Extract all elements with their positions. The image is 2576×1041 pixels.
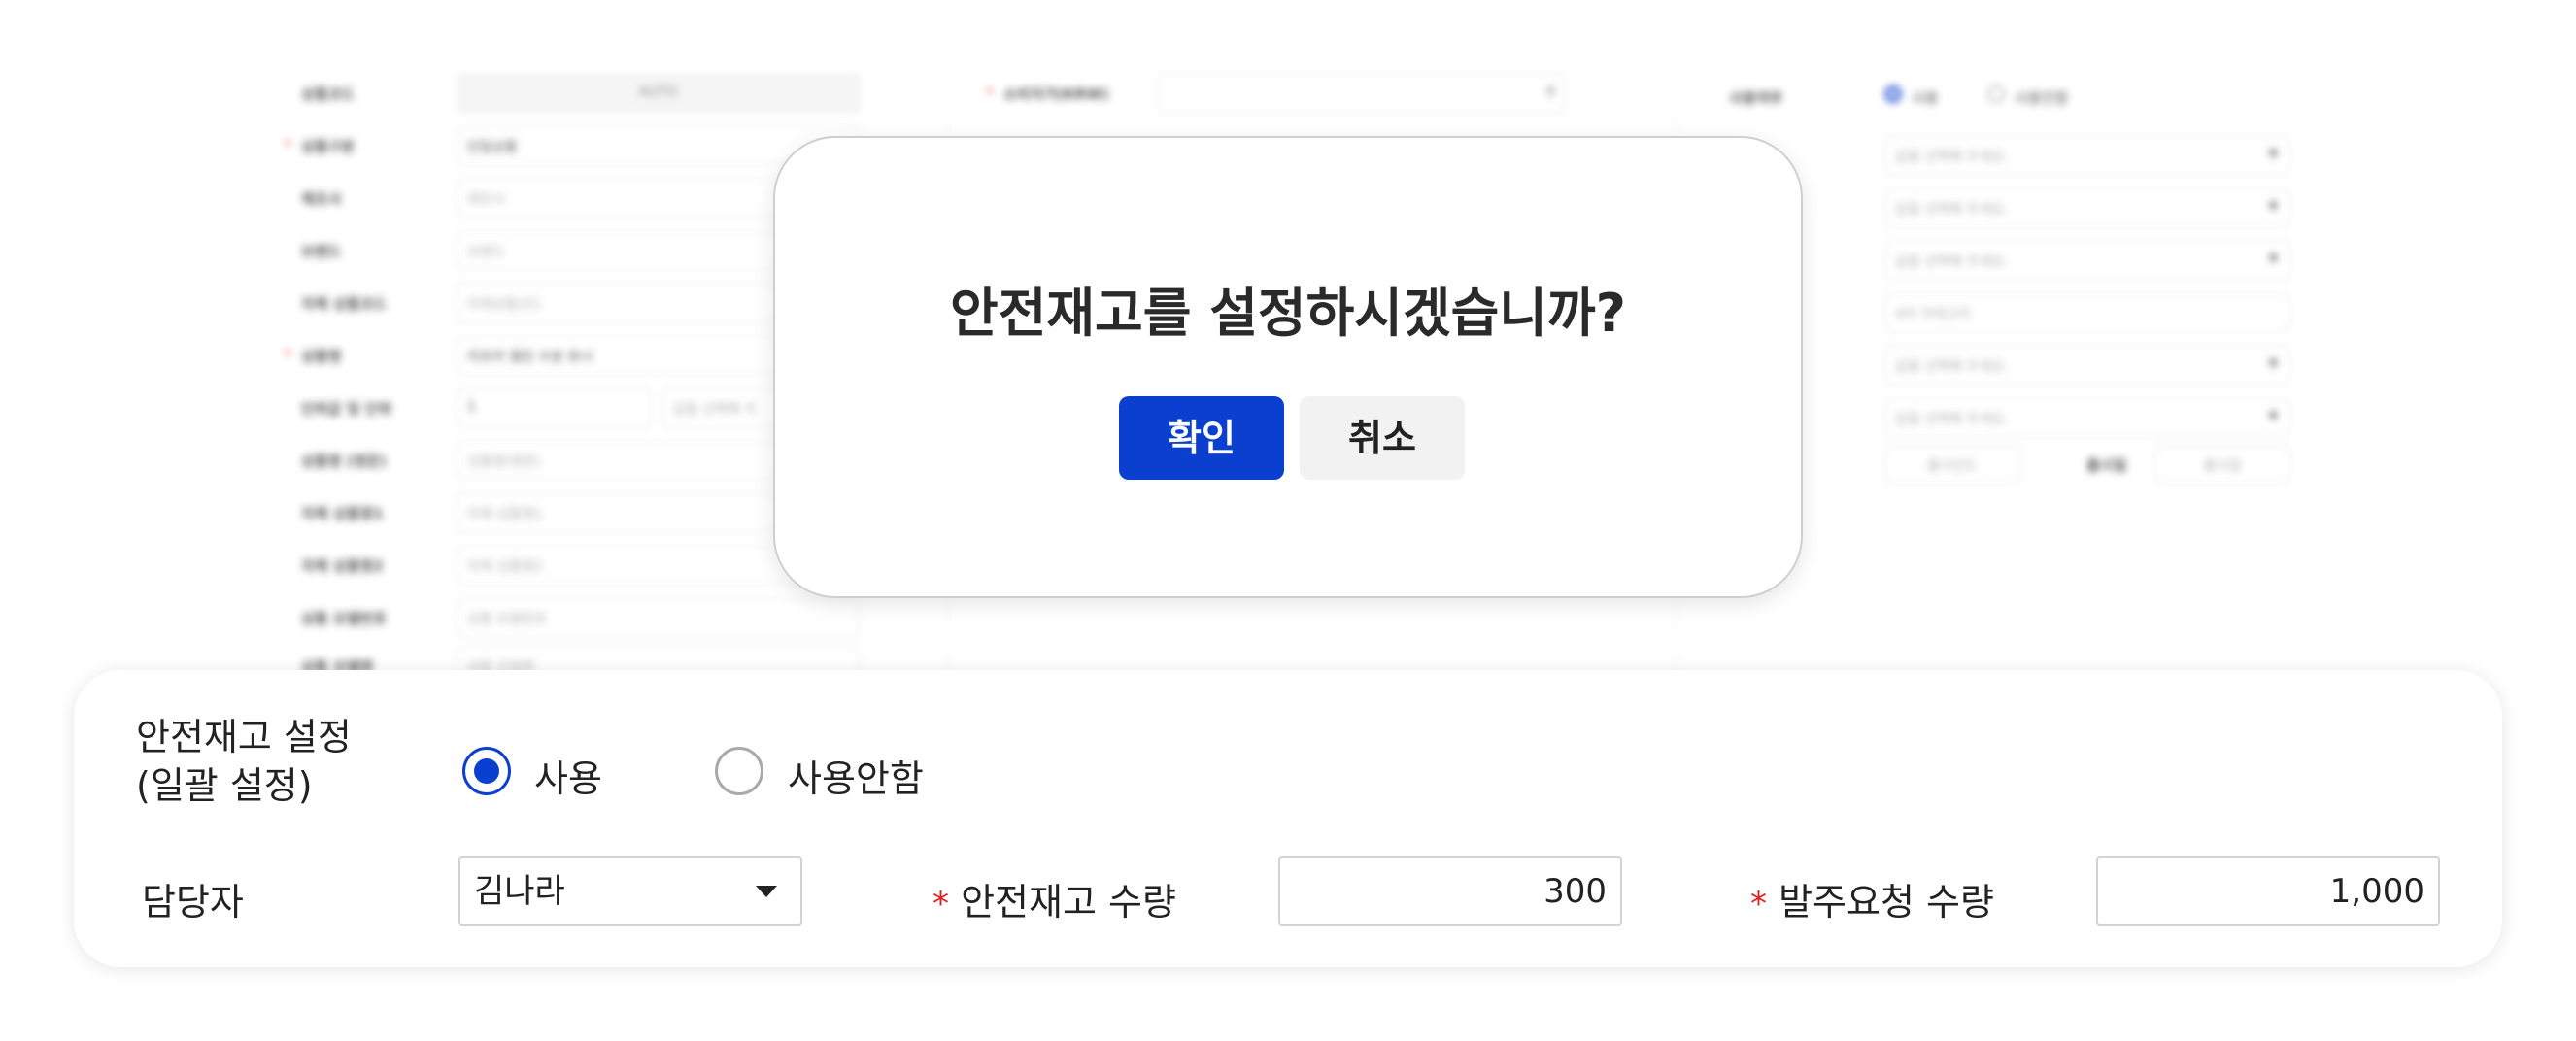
own-code-label: 자체 상품코드 — [301, 295, 388, 313]
unit-value-field[interactable]: 1 — [457, 388, 651, 427]
order-qty-input[interactable]: 1,000 — [2096, 856, 2440, 926]
usage-radio-use[interactable] — [1884, 85, 1902, 103]
required-mark: * — [932, 885, 949, 923]
release-start-field[interactable]: 출시년도 — [1884, 445, 2020, 484]
safety-qty-input[interactable]: 300 — [1278, 856, 1622, 926]
select-placeholder: 값을 선택해 주세요. — [1895, 359, 2009, 375]
select-placeholder: 값을 선택해 주세요. — [1895, 412, 2009, 427]
safety-setting-label-line1: 안전재고 설정 — [136, 716, 352, 758]
select-field-4[interactable]: 값을 선택해 주세요. ▼ — [1884, 346, 2290, 385]
release-date-label: 출시일 — [2086, 456, 2127, 474]
manufacturer-label: 제조사 — [301, 190, 342, 208]
radio-use[interactable] — [462, 747, 511, 795]
dropdown-arrow-icon: ▼ — [2268, 409, 2278, 422]
product-code-field: AUTO — [457, 74, 860, 113]
name-en-label: 상품명 (영문) — [301, 453, 387, 470]
select-field-3[interactable]: 값을 선택해 주세요. ▼ — [1884, 241, 2290, 280]
safety-qty-label-text: 안전재고 수량 — [961, 881, 1176, 923]
dialog-title: 안전재고를 설정하시겠습니까? — [950, 283, 1626, 344]
unit-label: 단위값 및 단위 — [301, 400, 392, 418]
radio-use-label: 사용 — [534, 757, 602, 800]
select-field-2[interactable]: 값을 선택해 주세요. ▼ — [1884, 188, 2290, 227]
required-mark: * — [284, 136, 291, 154]
usage-label: 사용여부 — [1729, 89, 1783, 107]
select-placeholder: 값을 선택해 주세요. — [1895, 150, 2009, 165]
confirm-button[interactable]: 확인 — [1119, 396, 1284, 480]
model-no-label: 상품 모델번호 — [301, 610, 388, 627]
required-mark: * — [284, 346, 291, 364]
dropdown-arrow-icon: ▼ — [2268, 252, 2278, 265]
dropdown-arrow-icon: ▼ — [2268, 356, 2278, 370]
select-placeholder: 값을 선택해 주세요. — [1895, 254, 2009, 270]
safety-setting-label-line2: (일괄 설정) — [136, 764, 313, 807]
usage-radio-unused[interactable] — [1987, 85, 2005, 103]
usage-radio-use-label: 사용 — [1912, 89, 1939, 107]
category-field[interactable]: 4차 카테고리 — [1884, 293, 2290, 332]
select-field-1[interactable]: 값을 선택해 주세요. ▼ — [1884, 136, 2290, 175]
safety-stock-card: 안전재고 설정 (일괄 설정) 사용 사용안함 담당자 김나라 * 안전재고 수… — [74, 670, 2502, 967]
order-qty-label-text: 발주요청 수량 — [1779, 881, 1994, 923]
consumer-price-field[interactable]: 0 — [1158, 74, 1566, 113]
safety-setting-label: 안전재고 설정 (일괄 설정) — [136, 713, 352, 810]
own-name1-label: 자체 상품명1 — [301, 505, 384, 522]
confirm-dialog: 안전재고를 설정하시겠습니까? 확인 취소 — [773, 136, 1803, 598]
select-field-5[interactable]: 값을 선택해 주세요. ▼ — [1884, 398, 2290, 437]
required-mark: * — [1750, 885, 1767, 923]
dropdown-arrow-icon: ▼ — [2268, 147, 2278, 160]
radio-unused-label: 사용안함 — [788, 757, 924, 800]
dropdown-arrow-icon: ▼ — [2268, 199, 2278, 213]
cancel-button[interactable]: 취소 — [1300, 396, 1465, 480]
consumer-price-label: 소비자가(KRW) — [1003, 85, 1109, 103]
product-code-label: 상품코드 — [301, 85, 356, 103]
release-date-field[interactable]: 출시일 — [2154, 445, 2290, 484]
manager-select[interactable]: 김나라 — [458, 856, 802, 926]
manager-label: 담당자 — [142, 881, 244, 923]
usage-radio-unused-label: 사용안함 — [2015, 89, 2069, 107]
brand-label: 브랜드 — [301, 243, 342, 260]
product-type-label: 상품구분 — [301, 138, 356, 155]
chevron-down-icon — [756, 886, 777, 897]
product-name-label: 상품명 — [301, 348, 342, 365]
model-no-field[interactable]: 상품 모델번호 — [457, 598, 860, 637]
radio-unused[interactable] — [715, 747, 763, 795]
safety-qty-label: * 안전재고 수량 — [932, 872, 1176, 925]
required-mark: * — [986, 84, 994, 102]
own-name2-label: 자체 상품명2 — [301, 557, 384, 575]
order-qty-label: * 발주요청 수량 — [1750, 872, 1994, 925]
select-placeholder: 값을 선택해 주세요. — [1895, 202, 2009, 218]
manager-value: 김나라 — [474, 872, 565, 911]
